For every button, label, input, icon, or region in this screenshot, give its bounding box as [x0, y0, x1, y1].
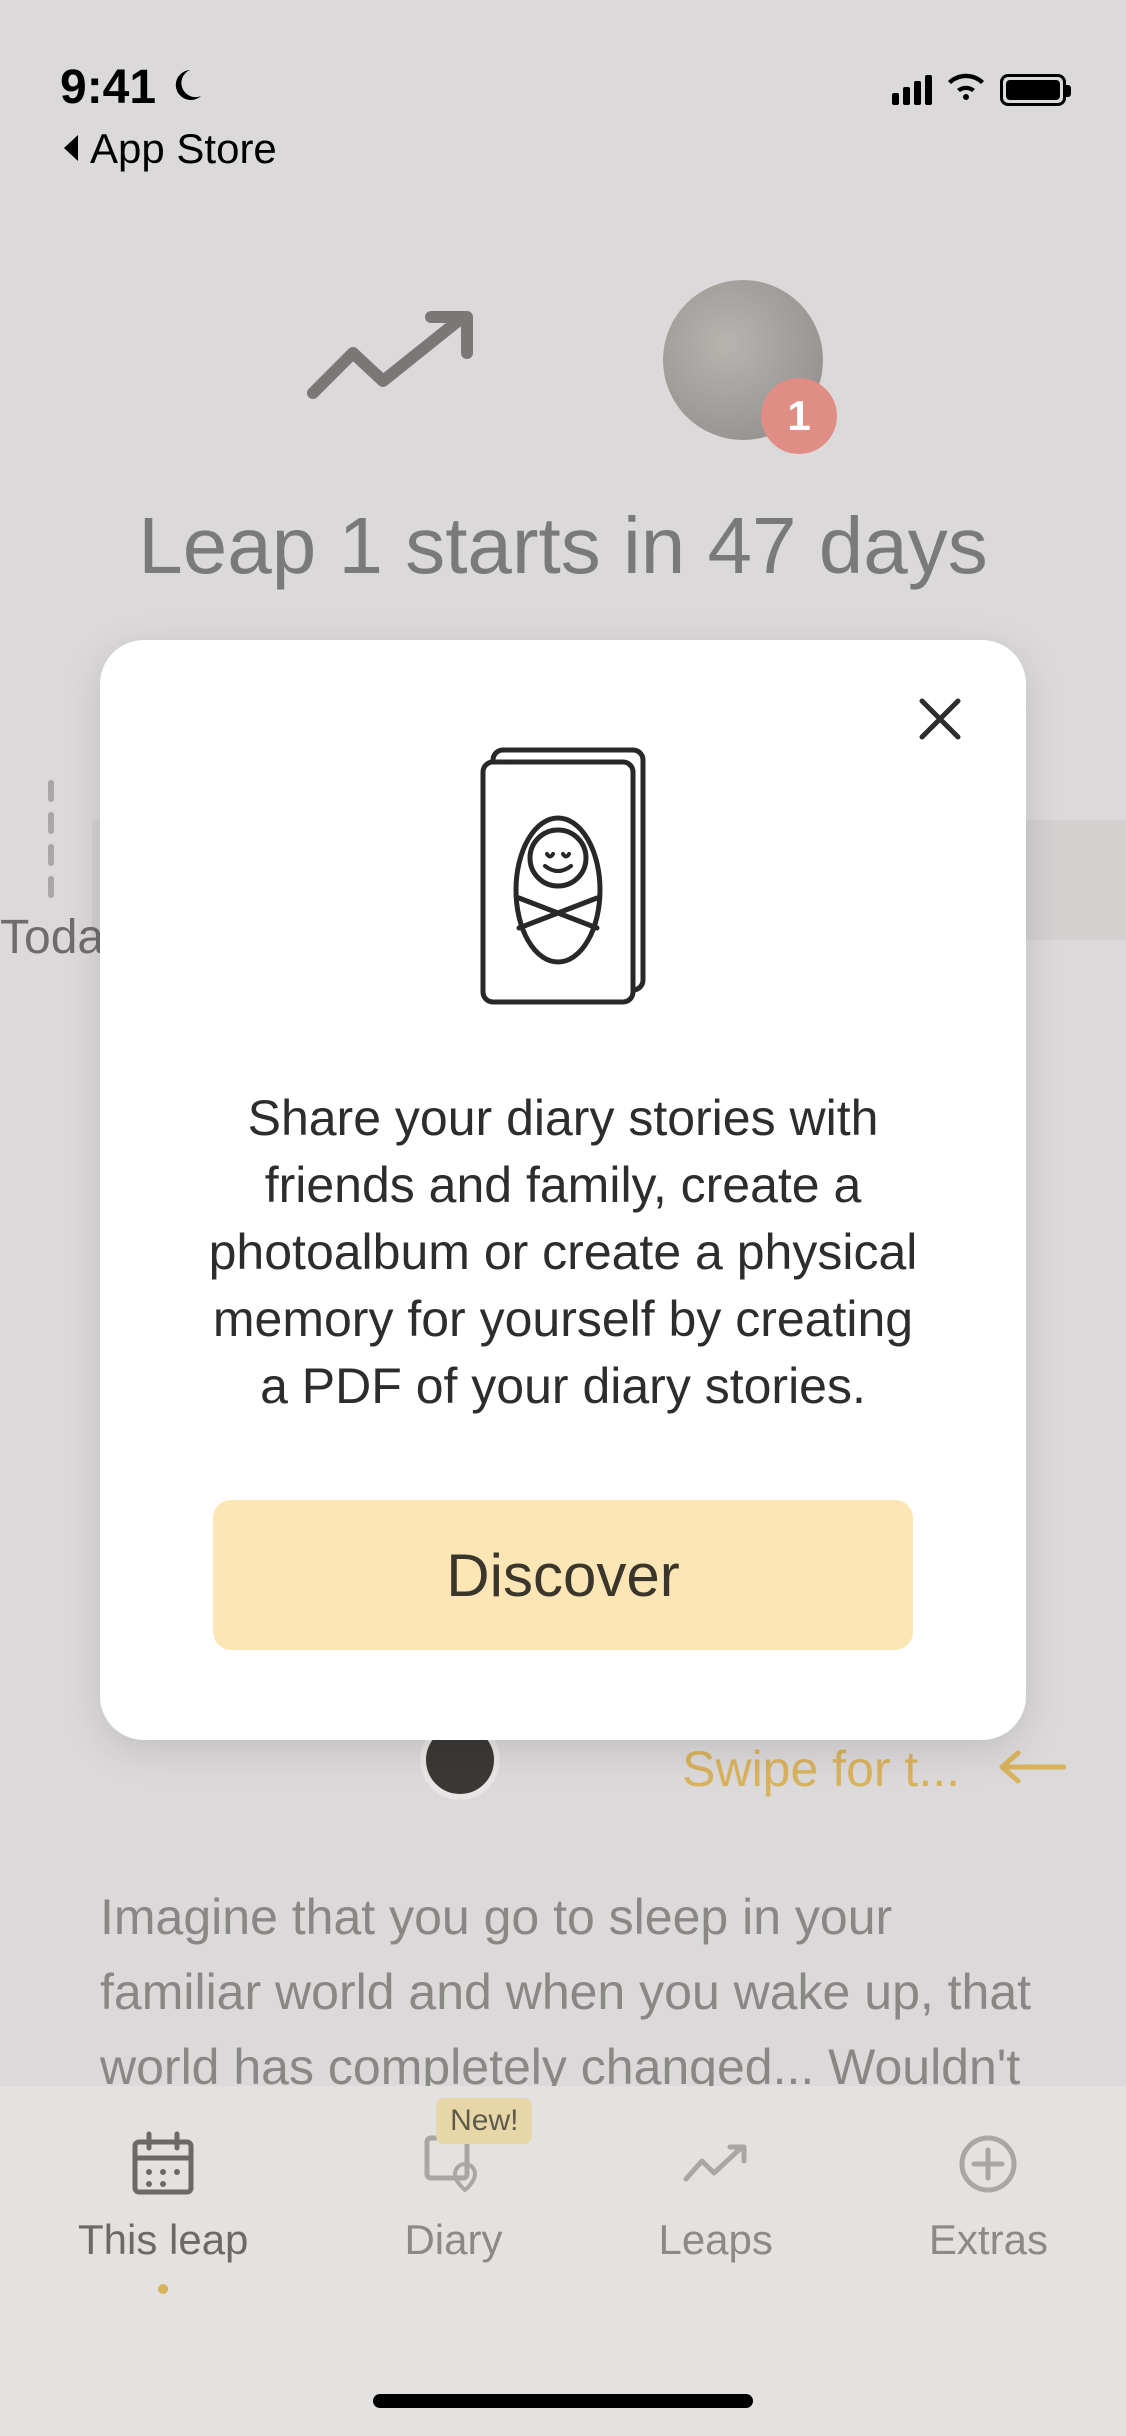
- leap-title: Leap 1 starts in 47 days: [138, 500, 987, 592]
- back-to-app-store[interactable]: App Store: [60, 125, 277, 173]
- timeline-tick: [48, 780, 54, 802]
- status-bar-left: 9:41 App Store: [60, 60, 277, 173]
- tab-label: Leaps: [658, 2216, 772, 2264]
- active-indicator-dot: [158, 2284, 168, 2294]
- status-bar: 9:41 App Store: [0, 0, 1126, 140]
- trend-up-icon: [303, 303, 483, 418]
- avatar-button[interactable]: 1: [663, 280, 823, 440]
- status-bar-right: [892, 60, 1066, 107]
- calendar-icon: [125, 2126, 201, 2202]
- modal-text: Share your diary stories with friends an…: [203, 1085, 923, 1420]
- tab-this-leap[interactable]: This leap: [78, 2126, 248, 2294]
- back-chevron-icon: [60, 125, 82, 173]
- header: 1 Leap 1 starts in 47 days: [0, 280, 1126, 592]
- swipe-hint-row[interactable]: Swipe for t...: [0, 1740, 1066, 1798]
- moon-icon: [168, 60, 204, 115]
- home-indicator[interactable]: [373, 2394, 753, 2408]
- tab-diary[interactable]: New! Diary: [404, 2126, 502, 2264]
- plus-circle-icon: [950, 2126, 1026, 2202]
- battery-icon: [1000, 74, 1066, 106]
- swipe-hint-text: Swipe for t...: [682, 1740, 960, 1798]
- baby-book-icon: [463, 740, 663, 1015]
- timeline-tick: [48, 812, 54, 834]
- timeline-tick: [48, 876, 54, 898]
- tab-leaps[interactable]: Leaps: [658, 2126, 772, 2264]
- tab-label: This leap: [78, 2216, 248, 2264]
- timeline-tick: [48, 844, 54, 866]
- tab-bar: This leap New! Diary Leaps Extras: [0, 2086, 1126, 2436]
- status-time-row: 9:41: [60, 60, 277, 115]
- avatar-notification-badge: 1: [761, 378, 837, 454]
- cellular-icon: [892, 75, 932, 105]
- close-icon: [914, 693, 966, 748]
- tab-label: Extras: [929, 2216, 1048, 2264]
- trend-up-icon: [678, 2126, 754, 2202]
- discover-button[interactable]: Discover: [213, 1500, 913, 1650]
- status-time: 9:41: [60, 60, 156, 115]
- close-button[interactable]: [910, 690, 970, 750]
- wifi-icon: [946, 72, 986, 107]
- back-label: App Store: [90, 125, 277, 173]
- tab-extras[interactable]: Extras: [929, 2126, 1048, 2264]
- new-badge: New!: [436, 2098, 532, 2144]
- arrow-left-icon: [996, 1747, 1066, 1792]
- tab-label: Diary: [404, 2216, 502, 2264]
- diary-share-modal: Share your diary stories with friends an…: [100, 640, 1026, 1740]
